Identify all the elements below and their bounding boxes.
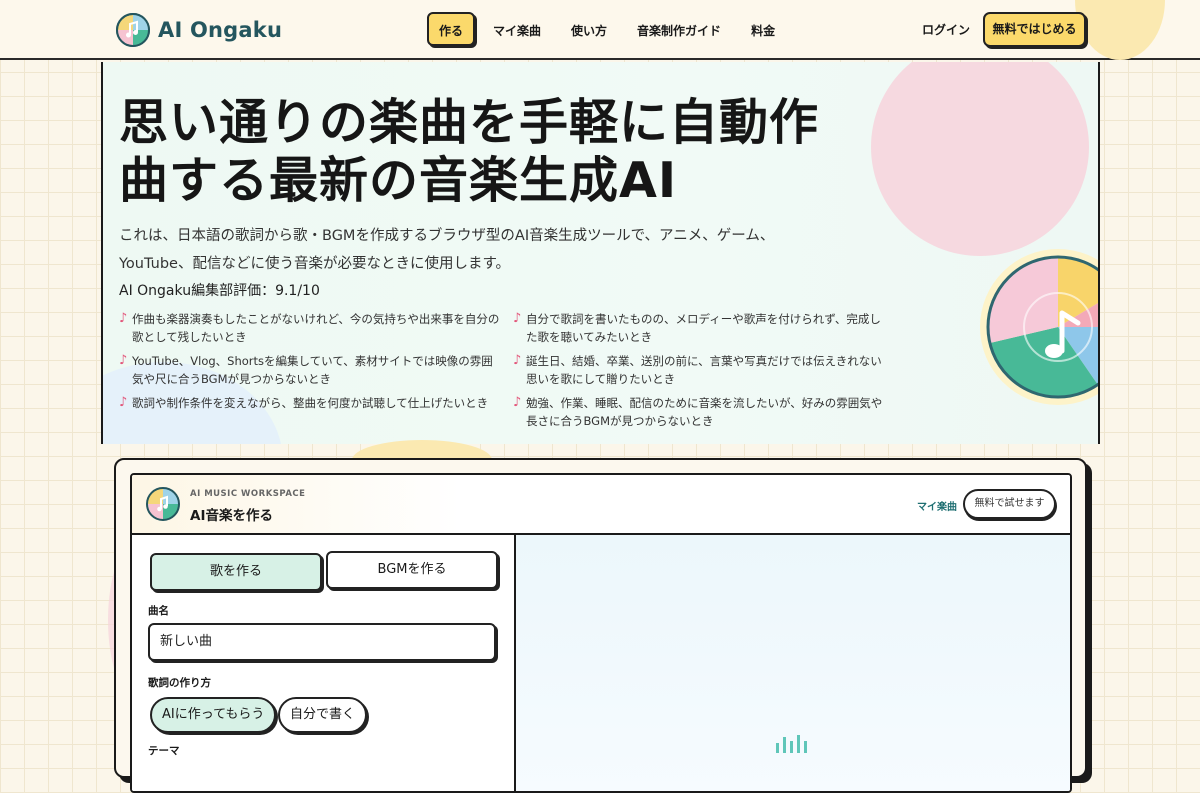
workspace-card: AI MUSIC WORKSPACE AI音楽を作る マイ楽曲 無料で試せます … (114, 458, 1087, 793)
decorative-blob (1075, 0, 1165, 60)
list-item-text: 誕生日、結婚、卒業、送別の前に、言葉や写真だけでは伝えきれない思いを歌にして贈り… (526, 354, 882, 386)
decorative-blob (871, 62, 1089, 256)
logo-icon (146, 487, 180, 521)
title-line: 思い通りの楽曲を手軽に自動作 (119, 94, 820, 151)
try-free-button[interactable]: 無料で試せます (963, 489, 1056, 519)
list-item-text: YouTube、Vlog、Shortsを編集していて、素材サイトでは映像の雰囲気… (132, 354, 493, 386)
theme-label: テーマ (148, 745, 180, 757)
nav-item-how-to[interactable]: 使い方 (559, 12, 619, 46)
lyrics-method-label: 歌詞の作り方 (148, 677, 211, 689)
workspace-kicker: AI MUSIC WORKSPACE (190, 489, 306, 499)
list-item: ♪ 作曲も楽器演奏もしたことがないけれど、今の気持ちや出来事を自分の歌として残し… (119, 310, 513, 346)
workspace-panel: AI MUSIC WORKSPACE AI音楽を作る マイ楽曲 無料で試せます … (130, 473, 1072, 793)
song-name-label: 曲名 (148, 605, 169, 617)
tab-make-song[interactable]: 歌を作る (150, 553, 322, 591)
music-note-icon: ♪ (119, 311, 128, 326)
use-case-list: ♪ 作曲も楽器演奏もしたことがないけれど、今の気持ちや出来事を自分の歌として残し… (119, 310, 899, 430)
lyrics-option-self[interactable]: 自分で書く (278, 697, 368, 733)
creation-form: 歌を作る BGMを作る 曲名 新しい曲 歌詞の作り方 AIに作ってもらう 自分で… (132, 535, 516, 791)
list-item-text: 勉強、作業、睡眠、配信のために音楽を流したいが、好みの雰囲気や長さに合うBGMが… (526, 396, 883, 428)
workspace-header: AI MUSIC WORKSPACE AI音楽を作る マイ楽曲 無料で試せます (132, 475, 1070, 535)
music-disc-icon (980, 249, 1098, 405)
brand-logo[interactable]: AI Ongaku (116, 13, 282, 47)
my-songs-link[interactable]: マイ楽曲 (917, 498, 957, 513)
hero-description: これは、日本語の歌詞から歌・BGMを作成するブラウザ型のAI音楽生成ツールで、ア… (119, 228, 775, 272)
list-item-text: 歌詞や制作条件を変えながら、整曲を何度か試聴して仕上げたいとき (132, 396, 489, 410)
music-note-icon: ♪ (513, 311, 522, 326)
tab-make-bgm[interactable]: BGMを作る (326, 551, 498, 589)
list-item: ♪ 勉強、作業、睡眠、配信のために音楽を流したいが、好みの雰囲気や長さに合うBG… (513, 394, 899, 430)
preview-area (516, 535, 1070, 791)
lyrics-option-ai[interactable]: AIに作ってもらう (150, 697, 277, 733)
nav-item-guide[interactable]: 音楽制作ガイド (625, 12, 733, 46)
nav-item-pricing[interactable]: 料金 (739, 12, 787, 46)
music-note-icon: ♪ (119, 353, 128, 368)
music-note-icon: ♪ (513, 353, 522, 368)
editor-rating: AI Ongaku編集部評価：9.1/10 (119, 283, 320, 299)
list-item: ♪ 自分で歌詞を書いたものの、メロディーや歌声を付けられず、完成した歌を聴いてみ… (513, 310, 899, 346)
list-item: ♪ 歌詞や制作条件を変えながら、整曲を何度か試聴して仕上げたいとき (119, 394, 513, 430)
list-item-text: 作曲も楽器演奏もしたことがないけれど、今の気持ちや出来事を自分の歌として残したい… (132, 312, 500, 344)
workspace-title: AI音楽を作る (190, 508, 273, 524)
song-name-input[interactable]: 新しい曲 (148, 623, 496, 661)
title-line: 曲する最新の音楽生成AI (119, 152, 678, 209)
main-nav: 作る マイ楽曲 使い方 音楽制作ガイド 料金 (427, 12, 793, 46)
list-item: ♪ YouTube、Vlog、Shortsを編集していて、素材サイトでは映像の雰… (119, 352, 513, 388)
list-item-text: 自分で歌詞を書いたものの、メロディーや歌声を付けられず、完成した歌を聴いてみたい… (526, 312, 881, 344)
nav-item-my-songs[interactable]: マイ楽曲 (481, 12, 553, 46)
music-note-icon: ♪ (513, 395, 522, 410)
logo-icon (116, 13, 150, 47)
brand-name: AI Ongaku (158, 18, 283, 42)
signup-button[interactable]: 無料ではじめる (983, 12, 1086, 47)
equalizer-icon (776, 735, 807, 753)
hero-section: 思い通りの楽曲を手軽に自動作 曲する最新の音楽生成AI これは、日本語の歌詞から… (101, 62, 1100, 444)
site-header: AI Ongaku 作る マイ楽曲 使い方 音楽制作ガイド 料金 ログイン 無料… (0, 0, 1200, 60)
login-link[interactable]: ログイン (922, 21, 970, 38)
list-item: ♪ 誕生日、結婚、卒業、送別の前に、言葉や写真だけでは伝えきれない思いを歌にして… (513, 352, 899, 388)
music-note-icon: ♪ (119, 395, 128, 410)
nav-item-create[interactable]: 作る (427, 12, 476, 46)
page-title: 思い通りの楽曲を手軽に自動作 曲する最新の音楽生成AI (119, 94, 859, 210)
